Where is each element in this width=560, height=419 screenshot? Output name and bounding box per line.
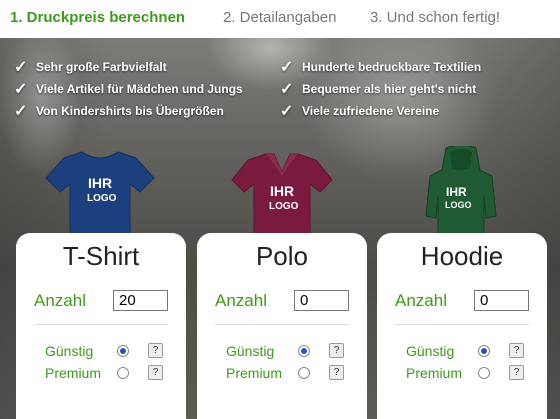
- feature-item: ✓ Hunderte bedruckbare Textilien: [280, 56, 481, 78]
- divider: [395, 324, 529, 325]
- help-icon[interactable]: ?: [329, 343, 344, 358]
- help-icon[interactable]: ?: [329, 365, 344, 380]
- option-label: Premium: [406, 365, 463, 381]
- help-icon[interactable]: ?: [509, 343, 524, 358]
- radio-premium-hoodie[interactable]: [478, 367, 490, 379]
- check-icon: ✓: [14, 59, 28, 76]
- option-row-guenstig: Günstig ?: [16, 342, 186, 362]
- hoodie-image: IHR LOGO: [425, 146, 497, 238]
- quantity-label: Anzahl: [34, 291, 86, 310]
- radio-guenstig-polo[interactable]: [298, 345, 310, 357]
- feature-item: ✓ Bequemer als hier geht's nicht: [280, 78, 481, 100]
- help-icon[interactable]: ?: [148, 343, 163, 358]
- check-icon: ✓: [280, 103, 294, 120]
- option-label: Günstig: [406, 343, 455, 359]
- feature-text: Hunderte bedruckbare Textilien: [302, 60, 482, 74]
- quantity-input-hoodie[interactable]: [474, 290, 529, 311]
- feature-text: Viele zufriedene Vereine: [302, 104, 440, 118]
- feature-text: Von Kindershirts bis Übergrößen: [36, 104, 224, 118]
- hoodie-hood-opening: [450, 149, 472, 170]
- step-navigation: 1. Druckpreis berechnen 2. Detailangaben…: [0, 0, 560, 38]
- check-icon: ✓: [14, 81, 28, 98]
- option-row-premium: Premium ?: [16, 364, 186, 384]
- divider: [215, 324, 349, 325]
- feature-item: ✓ Von Kindershirts bis Übergrößen: [14, 100, 243, 122]
- product-title: Polo: [255, 241, 309, 271]
- hoodie-print-line2: LOGO: [445, 200, 472, 210]
- product-card-polo: Polo Anzahl Günstig ? Premium ?: [197, 233, 367, 419]
- feature-text: Bequemer als hier geht's nicht: [302, 82, 477, 96]
- feature-item: ✓ Sehr große Farbvielfalt: [14, 56, 243, 78]
- quantity-label: Anzahl: [395, 291, 447, 310]
- option-label: Günstig: [226, 343, 275, 359]
- option-row-premium: Premium ?: [197, 364, 367, 384]
- product-title: T-Shirt: [62, 241, 140, 271]
- tshirt-print-line2: LOGO: [87, 193, 117, 204]
- polo-image: IHR LOGO: [231, 153, 333, 236]
- check-icon: ✓: [14, 103, 28, 120]
- tshirt-image: IHR LOGO: [45, 151, 155, 237]
- step-2-details[interactable]: 2. Detailangaben: [223, 9, 336, 26]
- option-row-premium: Premium ?: [377, 364, 547, 384]
- feature-item: ✓ Viele Artikel für Mädchen und Jungs: [14, 78, 243, 100]
- help-icon[interactable]: ?: [509, 365, 524, 380]
- option-label: Günstig: [45, 343, 94, 359]
- quantity-label: Anzahl: [215, 291, 267, 310]
- tshirt-print-line1: IHR: [88, 175, 112, 191]
- radio-premium-polo[interactable]: [298, 367, 310, 379]
- step-3-done[interactable]: 3. Und schon fertig!: [370, 9, 500, 26]
- check-icon: ✓: [280, 59, 294, 76]
- check-icon: ✓: [280, 81, 294, 98]
- polo-print-line2: LOGO: [269, 201, 299, 212]
- option-label: Premium: [226, 365, 283, 381]
- option-row-guenstig: Günstig ?: [197, 342, 367, 362]
- help-icon[interactable]: ?: [148, 365, 163, 380]
- feature-text: Viele Artikel für Mädchen und Jungs: [36, 82, 243, 96]
- product-card-tshirt: T-Shirt Anzahl Günstig ? Premium ?: [16, 233, 186, 419]
- option-label: Premium: [45, 365, 102, 381]
- product-card-hoodie: Hoodie Anzahl Günstig ? Premium ?: [377, 233, 547, 419]
- hoodie-print-line1: IHR: [446, 185, 467, 199]
- feature-item: ✓ Viele zufriedene Vereine: [280, 100, 481, 122]
- feature-list-right: ✓ Hunderte bedruckbare Textilien ✓ Bequeme…: [280, 56, 481, 122]
- option-row-guenstig: Günstig ?: [377, 342, 547, 362]
- product-title: Hoodie: [420, 241, 504, 271]
- polo-print-line1: IHR: [270, 183, 294, 199]
- feature-text: Sehr große Farbvielfalt: [36, 60, 167, 74]
- radio-guenstig-tshirt[interactable]: [117, 345, 129, 357]
- radio-premium-tshirt[interactable]: [117, 367, 129, 379]
- step-1-price[interactable]: 1. Druckpreis berechnen: [10, 9, 185, 26]
- radio-guenstig-hoodie[interactable]: [478, 345, 490, 357]
- hero-banner: ✓ Sehr große Farbvielfalt ✓ Viele Artikel …: [0, 38, 560, 419]
- quantity-input-polo[interactable]: [294, 290, 349, 311]
- quantity-input-tshirt[interactable]: [113, 290, 168, 311]
- divider: [34, 324, 168, 325]
- feature-list-left: ✓ Sehr große Farbvielfalt ✓ Viele Artikel …: [14, 56, 243, 122]
